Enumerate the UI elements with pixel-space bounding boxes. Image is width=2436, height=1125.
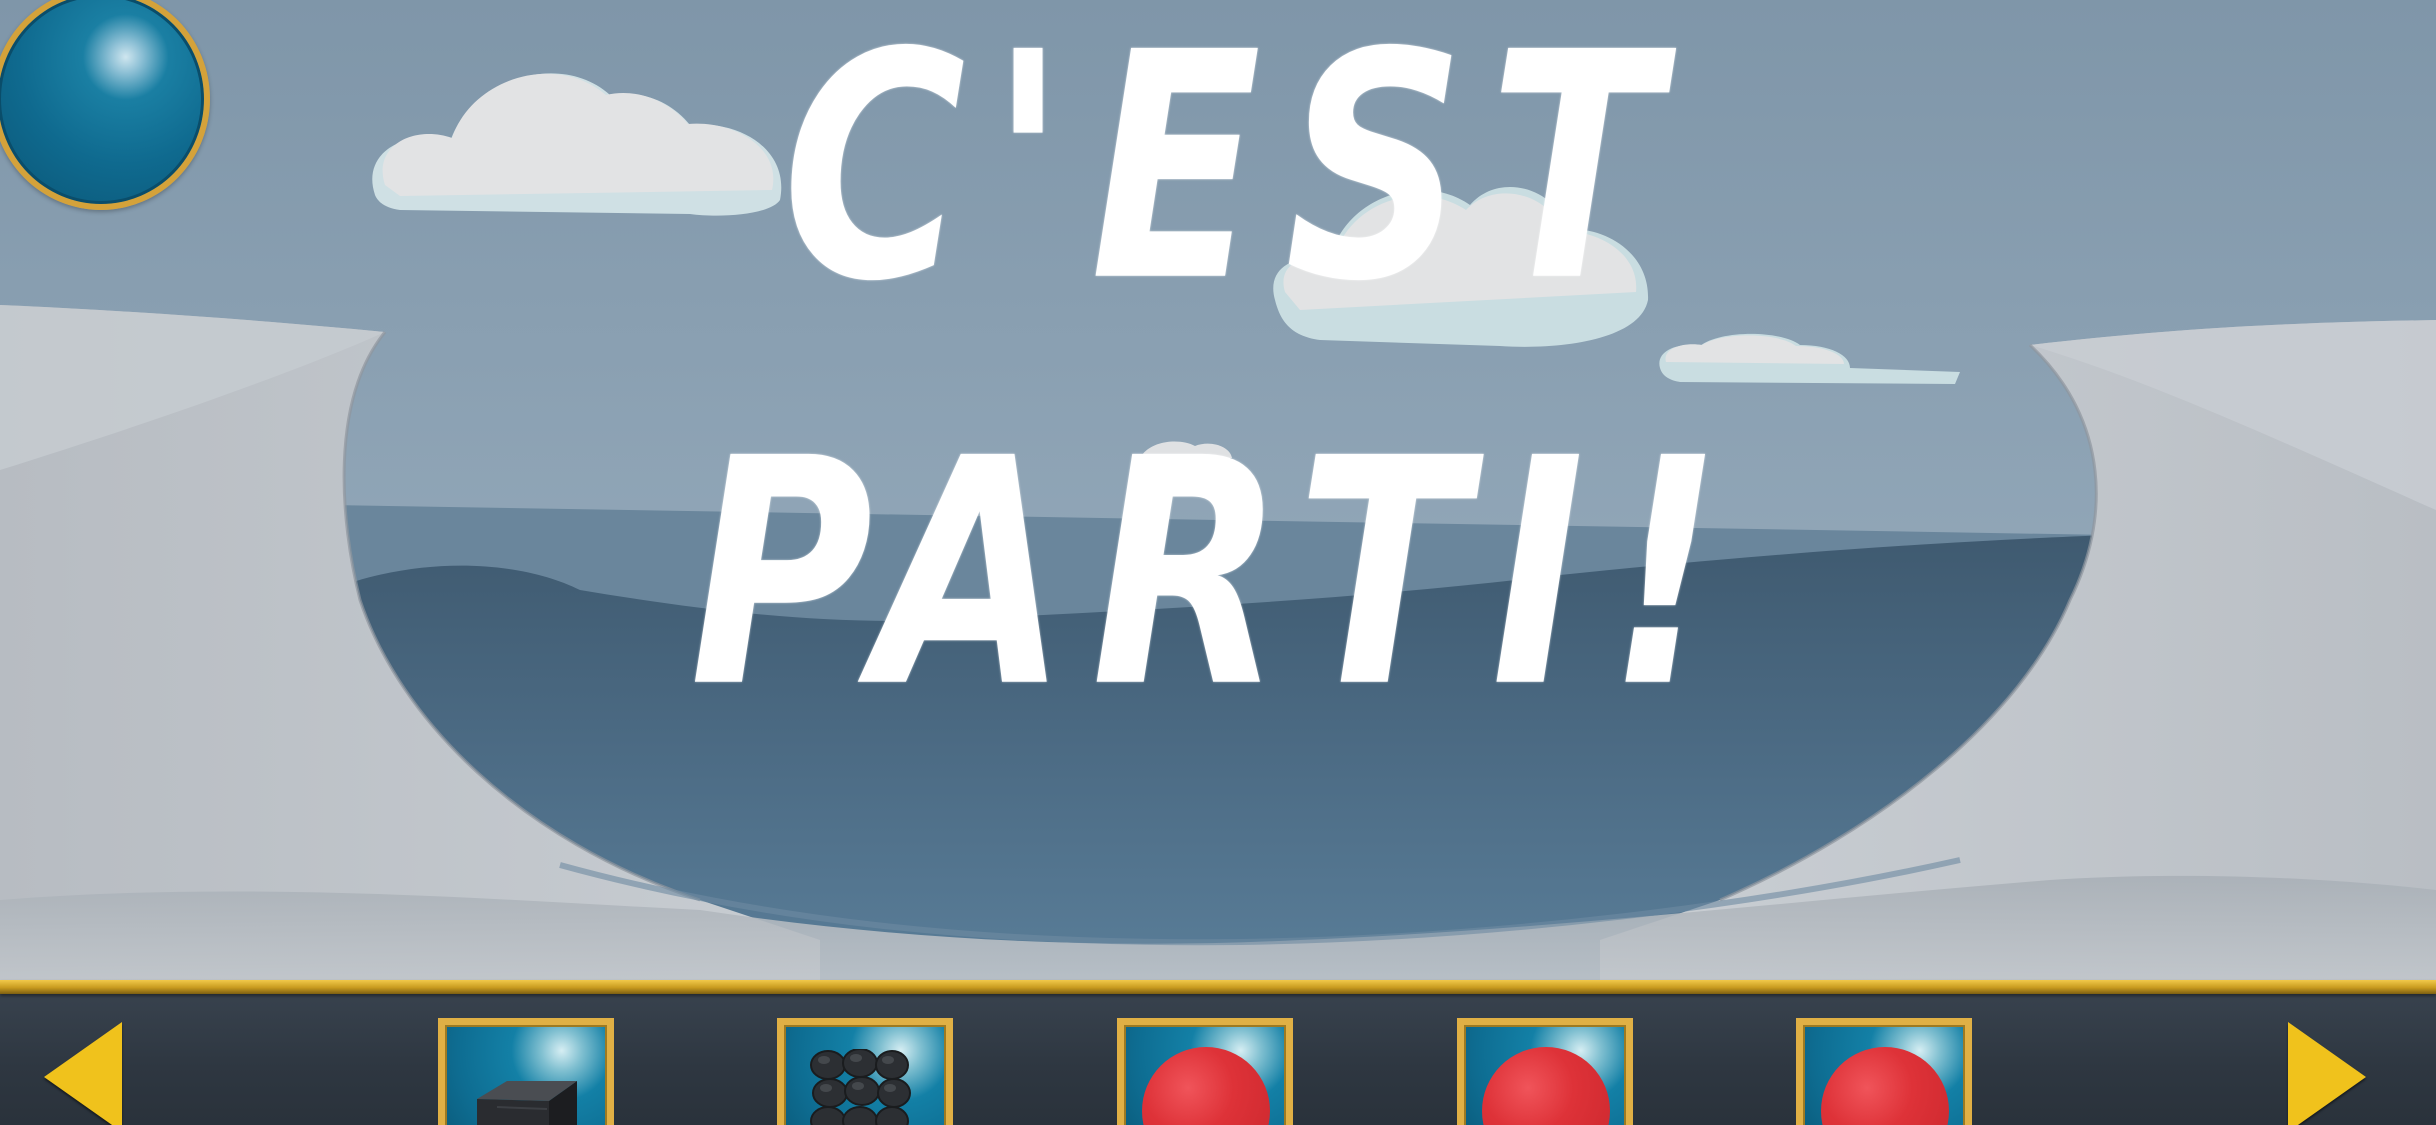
- item-slot-1[interactable]: [438, 1018, 614, 1125]
- triangle-left-icon[interactable]: [44, 1022, 122, 1125]
- black-cube-icon: [477, 1081, 577, 1125]
- level-scene: [0, 0, 2436, 985]
- red-ball-icon: [1821, 1047, 1949, 1125]
- red-ball-icon: [1482, 1047, 1610, 1125]
- game-stage: C'EST PARTI!: [0, 0, 2436, 1125]
- toolbar-gold-rail: [0, 980, 2436, 994]
- item-slot-5[interactable]: [1796, 1018, 1972, 1125]
- coal-rocks-icon: [810, 1049, 911, 1125]
- triangle-right-icon[interactable]: [2288, 1022, 2366, 1125]
- item-slot-2[interactable]: [777, 1018, 953, 1125]
- red-ball-icon: [1142, 1047, 1270, 1125]
- item-slot-3[interactable]: [1117, 1018, 1293, 1125]
- item-slot-4[interactable]: [1457, 1018, 1633, 1125]
- canyon-landscape: [0, 0, 2436, 985]
